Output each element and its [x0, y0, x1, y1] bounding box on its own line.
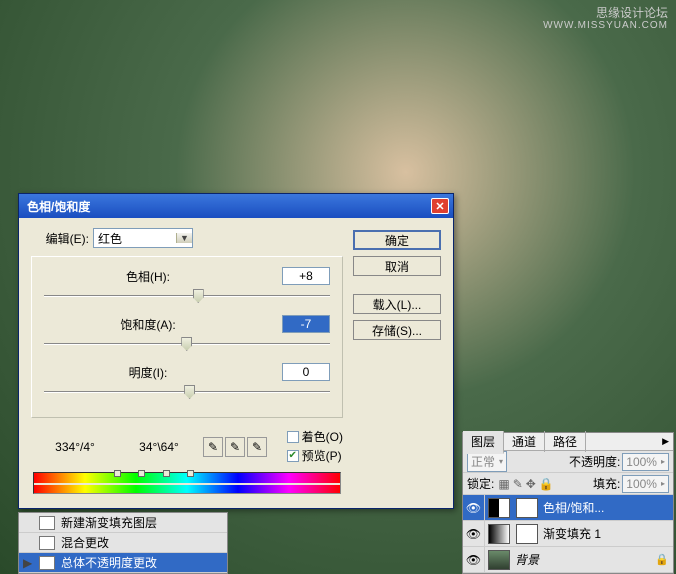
adjustment-thumb-icon	[488, 498, 510, 518]
lock-icon: 🔒	[651, 553, 673, 566]
eyedropper-add-icon[interactable]: ✎	[225, 437, 245, 457]
lock-all-icon[interactable]: 🔒	[539, 477, 554, 491]
eyedropper-icon[interactable]: ✎	[203, 437, 223, 457]
dialog-controls: 编辑(E): 红色 ▼ 色相(H): 饱和度(A): -	[31, 228, 343, 496]
visibility-toggle[interactable]: 👁	[463, 495, 485, 520]
lightness-label: 明度(I):	[44, 364, 282, 381]
preview-checkbox-row[interactable]: ✔预览(P)	[287, 447, 343, 464]
dialog-body: 编辑(E): 红色 ▼ 色相(H): 饱和度(A): -	[19, 218, 453, 508]
angle-left: 334°/4°	[31, 440, 119, 454]
colorize-checkbox-row[interactable]: 着色(O)	[287, 428, 343, 445]
chevron-right-icon: ▸	[661, 457, 665, 466]
opacity-input[interactable]: 100%▸	[622, 453, 669, 471]
edit-label: 编辑(E):	[31, 230, 89, 247]
hue-slider[interactable]	[44, 289, 330, 303]
history-step-icon	[39, 536, 55, 550]
lock-label: 锁定:	[467, 475, 494, 492]
edit-channel-value: 红色	[94, 230, 176, 247]
preview-label: 预览(P)	[302, 447, 342, 464]
chevron-down-icon: ▾	[499, 457, 503, 466]
history-arrow-icon: ▶	[23, 556, 33, 570]
lightness-input[interactable]	[282, 363, 330, 381]
tab-paths[interactable]: 路径	[545, 431, 586, 452]
saturation-label: 饱和度(A):	[44, 316, 282, 333]
edit-channel-combo[interactable]: 红色 ▼	[93, 228, 193, 248]
ok-button[interactable]: 确定	[353, 230, 441, 250]
hue-spectrum[interactable]	[33, 472, 341, 494]
dialog-buttons: 确定 取消 载入(L)... 存储(S)...	[353, 228, 441, 496]
history-step-icon	[39, 516, 55, 530]
hue-param: 色相(H):	[44, 267, 330, 303]
lightness-param: 明度(I):	[44, 363, 330, 399]
checkbox-group: 着色(O) ✔预览(P)	[287, 428, 343, 466]
visibility-toggle[interactable]: 👁	[463, 521, 485, 546]
tab-layers[interactable]: 图层	[463, 431, 504, 454]
range-row: 334°/4° 34°\64° ✎ ✎ ✎ 着色(O) ✔预览(P)	[31, 424, 343, 468]
tab-channels[interactable]: 通道	[504, 431, 545, 452]
history-item[interactable]: 新建渐变填充图层	[19, 513, 227, 533]
history-panel: 新建渐变填充图层 混合更改 ▶ 总体不透明度更改	[18, 512, 228, 574]
colorize-label: 着色(O)	[302, 428, 343, 445]
watermark: 思缘设计论坛 WWW.MISSYUAN.COM	[543, 6, 668, 32]
dialog-title: 色相/饱和度	[27, 198, 90, 215]
layer-name: 色相/饱和...	[541, 499, 673, 516]
watermark-url: WWW.MISSYUAN.COM	[543, 20, 668, 32]
history-item[interactable]: 混合更改	[19, 533, 227, 553]
mask-thumb-icon	[516, 524, 538, 544]
save-button[interactable]: 存储(S)...	[353, 320, 441, 340]
layers-panel: 图层 通道 路径 ▶ 正常▾ 不透明度: 100%▸ 锁定: ▦ ✎ ✥ 🔒 填…	[462, 432, 674, 574]
history-item[interactable]: ▶ 总体不透明度更改	[19, 553, 227, 573]
history-step-icon	[39, 556, 55, 570]
spectrum-marker[interactable]	[163, 470, 170, 477]
hue-input[interactable]	[282, 267, 330, 285]
layer-row[interactable]: 👁 背景 🔒	[463, 547, 673, 573]
watermark-line1: 思缘设计论坛	[543, 6, 668, 20]
blend-opacity-row: 正常▾ 不透明度: 100%▸	[463, 451, 673, 473]
hue-saturation-dialog: 色相/饱和度 ✕ 编辑(E): 红色 ▼ 色相(H):	[18, 193, 454, 509]
layer-row[interactable]: 👁 渐变填充 1	[463, 521, 673, 547]
colorize-checkbox[interactable]	[287, 431, 299, 443]
lock-options: ▦ ✎ ✥ 🔒	[498, 477, 553, 491]
lock-paint-icon[interactable]: ✎	[513, 477, 523, 491]
cancel-button[interactable]: 取消	[353, 256, 441, 276]
lock-transparent-icon[interactable]: ▦	[498, 477, 509, 491]
lock-fill-row: 锁定: ▦ ✎ ✥ 🔒 填充: 100%▸	[463, 473, 673, 495]
layers-tabs: 图层 通道 路径 ▶	[463, 433, 673, 451]
opacity-label: 不透明度:	[569, 453, 620, 470]
panel-menu-icon[interactable]: ▶	[658, 436, 673, 447]
load-button[interactable]: 载入(L)...	[353, 294, 441, 314]
lightness-slider[interactable]	[44, 385, 330, 399]
spectrum-marker[interactable]	[138, 470, 145, 477]
fill-input[interactable]: 100%▸	[622, 475, 669, 493]
preview-checkbox[interactable]: ✔	[287, 450, 299, 462]
saturation-input[interactable]: -7	[282, 315, 330, 333]
close-button[interactable]: ✕	[431, 198, 449, 214]
saturation-param: 饱和度(A): -7	[44, 315, 330, 351]
chevron-right-icon: ▸	[661, 479, 665, 488]
background-thumb-icon	[488, 550, 510, 570]
layer-name: 背景	[513, 551, 651, 568]
history-label: 混合更改	[61, 534, 109, 551]
saturation-slider[interactable]	[44, 337, 330, 351]
eyedropper-subtract-icon[interactable]: ✎	[247, 437, 267, 457]
slider-group: 色相(H): 饱和度(A): -7 明度(I):	[31, 256, 343, 418]
layer-row[interactable]: 👁 色相/饱和...	[463, 495, 673, 521]
angle-right: 34°\64°	[119, 440, 199, 454]
mask-thumb-icon	[516, 498, 538, 518]
edit-channel-row: 编辑(E): 红色 ▼	[31, 228, 343, 248]
history-label: 总体不透明度更改	[61, 554, 157, 571]
blend-mode-combo[interactable]: 正常▾	[467, 451, 507, 472]
layer-name: 渐变填充 1	[541, 525, 673, 542]
history-label: 新建渐变填充图层	[61, 514, 157, 531]
lock-position-icon[interactable]: ✥	[526, 477, 536, 491]
visibility-toggle[interactable]: 👁	[463, 547, 485, 572]
spectrum-marker[interactable]	[114, 470, 121, 477]
dialog-titlebar[interactable]: 色相/饱和度 ✕	[19, 194, 453, 218]
chevron-down-icon: ▼	[176, 233, 192, 243]
eyedropper-group: ✎ ✎ ✎	[203, 437, 267, 457]
gradient-thumb-icon	[488, 524, 510, 544]
spectrum-marker[interactable]	[187, 470, 194, 477]
hue-label: 色相(H):	[44, 268, 282, 285]
fill-label: 填充:	[593, 475, 620, 492]
